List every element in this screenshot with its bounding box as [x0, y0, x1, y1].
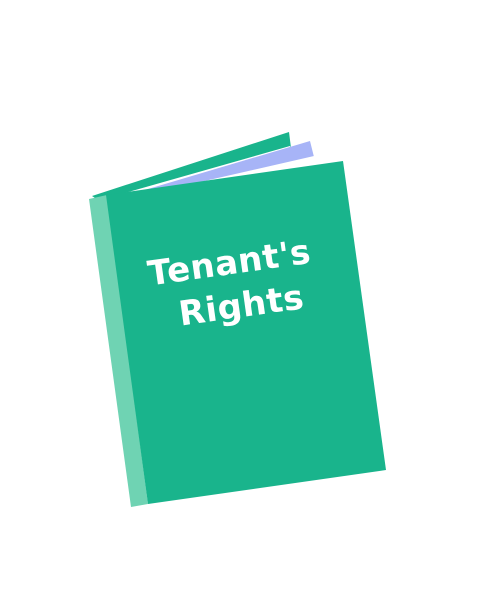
book-illustration: Tenant's Rights	[89, 132, 386, 507]
book-front-cover	[106, 161, 386, 504]
illustration-canvas: Tenant's Rights	[0, 0, 480, 600]
